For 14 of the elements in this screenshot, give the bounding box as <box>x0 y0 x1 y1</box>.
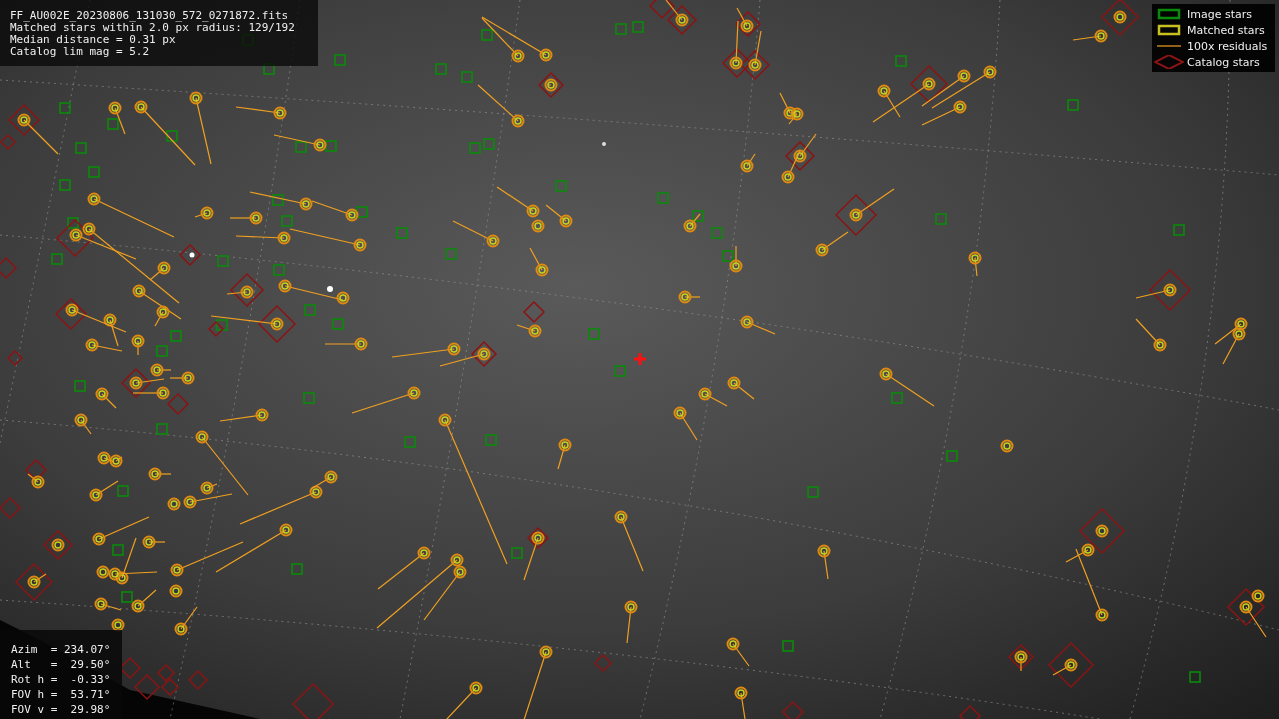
pointing-text: Azim = 234.07° <box>11 642 112 657</box>
info-text: Median distance = 0.31 px <box>10 34 177 46</box>
info-text: FF_AU002E_20230806_131030_572_0271872.fits <box>10 10 290 22</box>
legend-label: 100x residuals <box>1187 39 1268 53</box>
pointing-text: Rot h = -0.33° <box>11 672 112 687</box>
legend-label: Catalog stars <box>1187 55 1260 69</box>
legend-label: Matched stars <box>1187 23 1265 37</box>
legend-label: Image stars <box>1187 7 1252 21</box>
diamond-icon <box>1154 55 1184 69</box>
pointing-text: FOV h = 53.71° <box>11 687 112 702</box>
info-text: Matched stars within 2.0 px radius: 129/192 <box>10 22 296 34</box>
pointing-text: Alt = 29.50° <box>11 657 112 672</box>
info-text: Catalog lim mag = 5.2 <box>10 46 151 58</box>
pointing-text: FOV v = 29.98° <box>11 702 112 717</box>
